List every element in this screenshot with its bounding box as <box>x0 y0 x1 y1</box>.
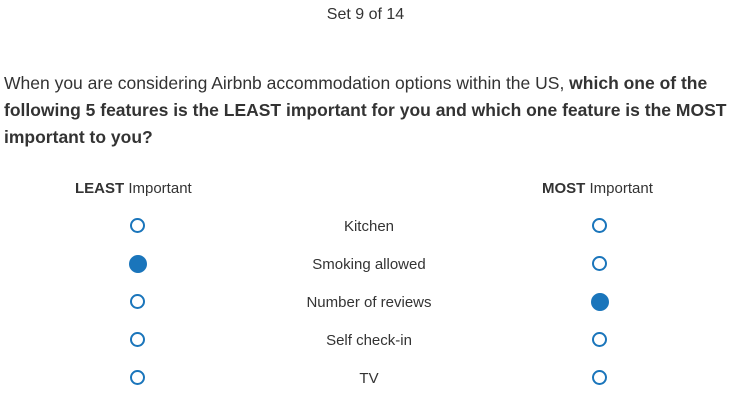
most-radio-number-of-reviews[interactable] <box>590 292 609 311</box>
most-radio-smoking-allowed[interactable] <box>592 256 607 271</box>
least-important-header: LEAST Important <box>75 180 192 197</box>
feature-row-self-check-in: Self check-in <box>0 326 731 364</box>
most-radio-kitchen[interactable] <box>592 218 607 233</box>
feature-row-smoking-allowed: Smoking allowed <box>0 250 731 288</box>
most-important-header: MOST Important <box>542 180 653 197</box>
feature-label: TV <box>359 370 379 387</box>
question-text: When you are considering Airbnb accommod… <box>4 70 728 151</box>
question-text-plain: When you are considering Airbnb accommod… <box>4 73 570 93</box>
feature-row-tv: TV <box>0 364 731 402</box>
feature-rows: Kitchen Smoking allowed Number of review… <box>0 212 731 402</box>
set-counter: Set 9 of 14 <box>326 6 405 23</box>
least-header-bold: LEAST <box>75 180 125 197</box>
most-radio-self-check-in[interactable] <box>592 332 607 347</box>
feature-label: Smoking allowed <box>312 256 426 273</box>
feature-row-number-of-reviews: Number of reviews <box>0 288 731 326</box>
feature-row-kitchen: Kitchen <box>0 212 731 250</box>
most-radio-tv[interactable] <box>592 370 607 385</box>
feature-label: Number of reviews <box>306 294 432 311</box>
feature-label: Kitchen <box>343 218 395 235</box>
most-header-rest: Important <box>585 180 653 197</box>
least-header-rest: Important <box>124 180 192 197</box>
feature-label: Self check-in <box>326 332 412 349</box>
most-header-bold: MOST <box>542 180 586 197</box>
